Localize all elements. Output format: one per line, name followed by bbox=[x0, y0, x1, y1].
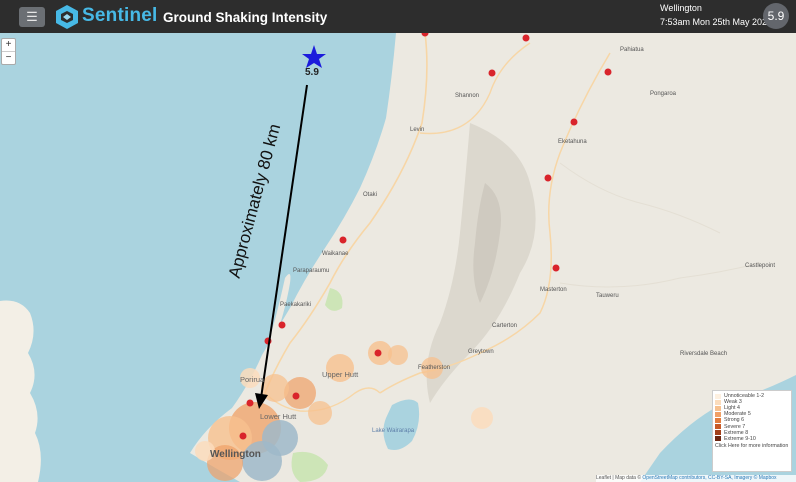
attribution-link[interactable]: OpenStreetMap contributors, CC-BY-SA, Im… bbox=[642, 475, 776, 481]
location-label: Wellington bbox=[660, 3, 702, 13]
map-attribution: Leaflet | Map data © OpenStreetMap contr… bbox=[596, 475, 796, 482]
town-label: Paekakariki bbox=[280, 302, 312, 308]
zoom-control: + − bbox=[1, 38, 16, 65]
town-label: Carterton bbox=[492, 323, 518, 329]
legend-swatch bbox=[715, 424, 721, 430]
attribution-text: Leaflet | Map data © bbox=[596, 475, 642, 481]
hamburger-icon[interactable]: ☰ bbox=[19, 7, 45, 27]
town-label: Eketahuna bbox=[558, 139, 587, 145]
town-label: Masterton bbox=[540, 287, 567, 293]
legend-swatch bbox=[715, 405, 721, 411]
legend-swatch bbox=[715, 399, 721, 405]
town-label: Featherston bbox=[418, 365, 451, 371]
legend-swatch bbox=[715, 436, 721, 442]
town-label: Tauweru bbox=[596, 293, 619, 299]
legend-swatch bbox=[715, 430, 721, 436]
town-label: Levin bbox=[410, 127, 425, 133]
legend-label: Unnoticeable 1-2 bbox=[724, 393, 765, 400]
legend-label: Moderate 5 bbox=[724, 411, 751, 418]
suburb-label: Upper Hutt bbox=[322, 370, 359, 379]
legend-label: Light 4 bbox=[724, 405, 740, 412]
legend-label: Weak 3 bbox=[724, 399, 742, 406]
town-label: Shannon bbox=[455, 93, 480, 99]
city-label: Wellington bbox=[210, 449, 261, 460]
map-canvas bbox=[0, 33, 796, 482]
legend-label: Extreme 9-10 bbox=[724, 435, 756, 442]
zoom-out-button[interactable]: − bbox=[2, 52, 15, 64]
legend-item: Extreme 9-10 bbox=[715, 436, 789, 442]
lake-label: Lake Wairarapa bbox=[372, 428, 415, 434]
town-label: Riversdale Beach bbox=[680, 351, 728, 357]
epicenter-label: 5.9 bbox=[305, 67, 319, 78]
suburb-label: Porirua bbox=[240, 375, 265, 384]
town-label: Pongaroa bbox=[650, 91, 677, 97]
map-view[interactable]: 5.9 Approximately 80 km Pahiatua Shannon… bbox=[0, 33, 796, 482]
legend-info-link[interactable]: Click Here for more information bbox=[715, 443, 789, 449]
legend-label: Severe 7 bbox=[724, 423, 746, 430]
town-label: Pahiatua bbox=[620, 47, 644, 53]
top-bar: ☰ Sentinel Ground Shaking Intensity Well… bbox=[0, 0, 796, 33]
town-label: Castlepoint bbox=[745, 263, 776, 269]
magnitude-badge[interactable]: 5.9 bbox=[763, 3, 789, 29]
intensity-legend: Unnoticeable 1-2 Weak 3 Light 4 Moderate 5S… bbox=[712, 390, 792, 472]
datetime-label: 7:53am Mon 25th May 2020 bbox=[660, 17, 773, 27]
legend-label: Extreme 8 bbox=[724, 429, 749, 436]
brand-name: Sentinel bbox=[82, 5, 158, 26]
town-label: Waikanae bbox=[322, 251, 349, 257]
legend-label: Strong 6 bbox=[724, 417, 745, 424]
zoom-in-button[interactable]: + bbox=[2, 39, 15, 52]
suburb-label: Lower Hutt bbox=[260, 412, 297, 421]
legend-swatch bbox=[715, 411, 721, 417]
town-label: Paraparaumu bbox=[293, 268, 330, 274]
town-label: Greytown bbox=[468, 349, 494, 355]
legend-swatch bbox=[715, 417, 721, 423]
town-label: Otaki bbox=[363, 192, 378, 198]
legend-swatch bbox=[715, 393, 721, 399]
sentinel-logo-icon bbox=[56, 5, 78, 29]
page-title: Ground Shaking Intensity bbox=[163, 10, 328, 25]
